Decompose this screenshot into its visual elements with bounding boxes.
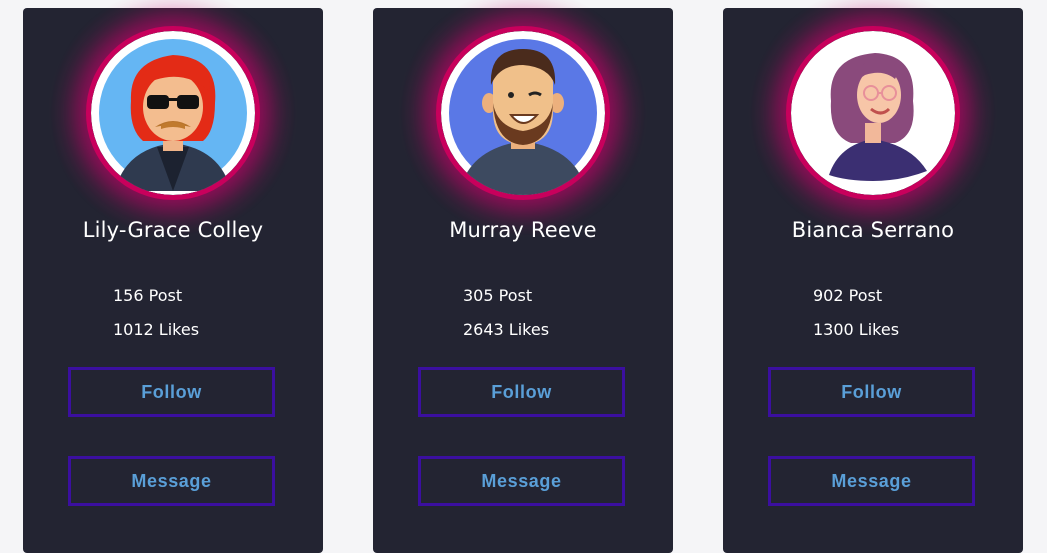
likes-count: 1012 Likes — [113, 320, 200, 339]
likes-count: 2643 Likes — [463, 320, 550, 339]
profile-name: Bianca Serrano — [791, 218, 955, 242]
post-count: 156 Post — [113, 286, 183, 305]
message-button[interactable]: Message — [768, 456, 975, 506]
follow-button[interactable]: Follow — [768, 367, 975, 417]
follow-button[interactable]: Follow — [418, 367, 625, 417]
profile-name: Lily-Grace Colley — [82, 218, 264, 242]
avatar — [791, 31, 955, 195]
bearded-man-winking-icon — [441, 31, 605, 195]
profile-card: Lily-Grace Colley 156 Post 1012 Likes Fo… — [23, 0, 323, 553]
post-count: 902 Post — [813, 286, 883, 305]
woman-glasses-icon — [791, 31, 955, 195]
follow-button[interactable]: Follow — [68, 367, 275, 417]
profile-card: Bianca Serrano 902 Post 1300 Likes Follo… — [723, 0, 1023, 553]
profile-name: Murray Reeve — [449, 218, 597, 242]
avatar — [441, 31, 605, 195]
message-button[interactable]: Message — [68, 456, 275, 506]
man-red-hair-sunglasses-icon — [91, 31, 255, 195]
likes-count: 1300 Likes — [813, 320, 900, 339]
avatar — [91, 31, 255, 195]
profile-card: Murray Reeve 305 Post 2643 Likes Follow … — [373, 0, 673, 553]
post-count: 305 Post — [463, 286, 533, 305]
message-button[interactable]: Message — [418, 456, 625, 506]
